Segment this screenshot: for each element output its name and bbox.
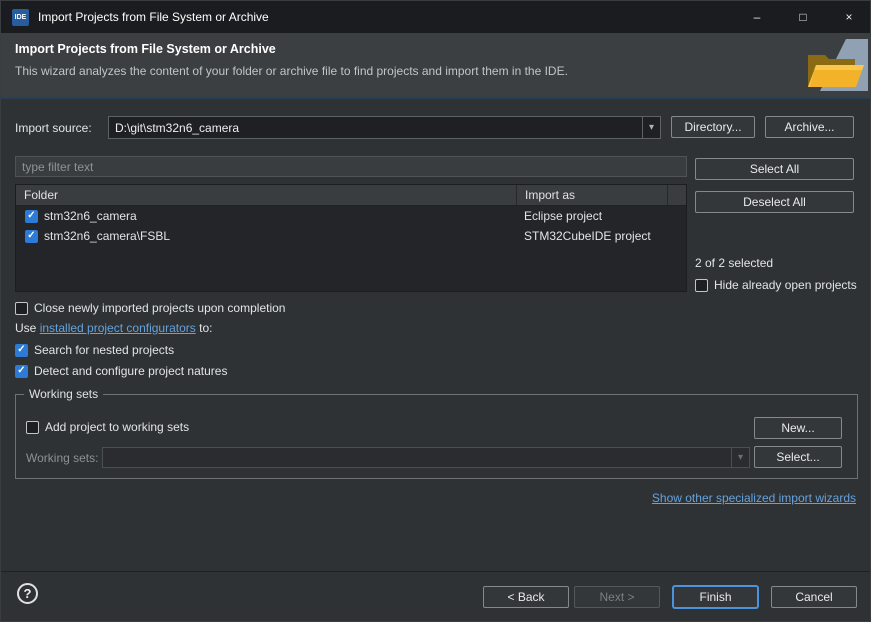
chevron-down-icon[interactable]: ▾ xyxy=(642,117,660,138)
import-source-value: D:\git\stm32n6_camera xyxy=(109,121,642,135)
new-working-set-button[interactable]: New... xyxy=(754,417,842,439)
working-sets-group: Working sets Add project to working sets… xyxy=(15,394,858,479)
column-header-spacer xyxy=(668,185,686,205)
other-wizards-link-wrap: Show other specialized import wizards xyxy=(652,491,856,505)
import-source-label: Import source: xyxy=(15,121,92,135)
column-header-folder-label: Folder xyxy=(24,188,58,202)
minimize-icon: – xyxy=(754,10,761,24)
projects-table-header: Folder Import as xyxy=(16,185,686,206)
wizard-header: Import Projects from File System or Arch… xyxy=(1,33,871,99)
table-row[interactable]: ✓ stm32n6_camera\FSBL STM32CubeIDE proje… xyxy=(16,226,686,246)
nested-projects-label: Search for nested projects xyxy=(34,343,174,357)
import-source-combo[interactable]: D:\git\stm32n6_camera ▾ xyxy=(108,116,661,139)
close-button[interactable]: × xyxy=(826,1,871,33)
working-sets-group-title: Working sets xyxy=(24,387,103,401)
maximize-icon: □ xyxy=(799,10,806,24)
check-icon: ✓ xyxy=(27,211,35,221)
close-icon: × xyxy=(845,10,852,24)
add-to-working-sets-label: Add project to working sets xyxy=(45,420,189,434)
project-natures-checkbox[interactable]: ✓ Detect and configure project natures xyxy=(15,363,227,379)
row-folder-cell: stm32n6_camera\FSBL xyxy=(44,229,170,243)
window-title: Import Projects from File System or Arch… xyxy=(38,10,269,24)
app-icon: IDE xyxy=(12,9,29,26)
row-checkbox-checked-icon[interactable]: ✓ xyxy=(25,230,38,243)
close-imported-checkbox[interactable]: Close newly imported projects upon compl… xyxy=(15,300,285,316)
help-icon: ? xyxy=(24,586,32,601)
row-folder-cell: stm32n6_camera xyxy=(44,209,137,223)
minimize-button[interactable]: – xyxy=(734,1,780,33)
close-imported-label: Close newly imported projects upon compl… xyxy=(34,301,285,315)
working-sets-combo[interactable]: ▾ xyxy=(102,447,750,468)
row-import-as-cell: Eclipse project xyxy=(524,209,602,223)
row-checkbox-checked-icon[interactable]: ✓ xyxy=(25,210,38,223)
check-icon: ✓ xyxy=(27,231,35,241)
hide-open-projects-label: Hide already open projects xyxy=(714,278,857,292)
column-header-import-as-label: Import as xyxy=(525,188,575,202)
add-to-working-sets-checkbox[interactable]: Add project to working sets xyxy=(26,419,189,435)
other-wizards-link[interactable]: Show other specialized import wizards xyxy=(652,491,856,505)
row-import-as-cell: STM32CubeIDE project xyxy=(524,229,651,243)
footer-separator xyxy=(1,571,871,572)
window-controls: – □ × xyxy=(734,1,871,33)
checkbox-unchecked-icon xyxy=(26,421,39,434)
checkbox-checked-icon: ✓ xyxy=(15,344,28,357)
selection-status: 2 of 2 selected xyxy=(695,256,773,270)
open-folder-icon xyxy=(798,39,868,94)
installed-configurators-link[interactable]: installed project configurators xyxy=(40,321,196,335)
use-suffix: to: xyxy=(196,321,213,335)
wizard-title: Import Projects from File System or Arch… xyxy=(15,42,276,56)
configurators-line: Use installed project configurators to: xyxy=(15,321,212,335)
next-button[interactable]: Next > xyxy=(574,586,660,608)
check-icon: ✓ xyxy=(17,366,25,376)
column-header-folder[interactable]: Folder xyxy=(16,185,517,205)
column-header-import-as[interactable]: Import as xyxy=(517,185,668,205)
maximize-button[interactable]: □ xyxy=(780,1,826,33)
chevron-down-icon[interactable]: ▾ xyxy=(731,448,749,467)
directory-button[interactable]: Directory... xyxy=(671,116,755,138)
cancel-button[interactable]: Cancel xyxy=(771,586,857,608)
help-button[interactable]: ? xyxy=(17,583,38,604)
check-icon: ✓ xyxy=(17,345,25,355)
filter-input[interactable] xyxy=(15,156,687,177)
use-prefix: Use xyxy=(15,321,40,335)
checkbox-unchecked-icon xyxy=(15,302,28,315)
checkbox-unchecked-icon xyxy=(695,279,708,292)
titlebar: IDE Import Projects from File System or … xyxy=(1,1,871,33)
project-natures-label: Detect and configure project natures xyxy=(34,364,227,378)
archive-button[interactable]: Archive... xyxy=(765,116,854,138)
back-button[interactable]: < Back xyxy=(483,586,569,608)
finish-button[interactable]: Finish xyxy=(673,586,758,608)
deselect-all-button[interactable]: Deselect All xyxy=(695,191,854,213)
table-row[interactable]: ✓ stm32n6_camera Eclipse project xyxy=(16,206,686,226)
working-sets-field-label: Working sets: xyxy=(26,451,98,465)
projects-table: Folder Import as ✓ stm32n6_camera Eclips… xyxy=(15,184,687,292)
import-projects-dialog: IDE Import Projects from File System or … xyxy=(0,0,871,622)
select-all-button[interactable]: Select All xyxy=(695,158,854,180)
nested-projects-checkbox[interactable]: ✓ Search for nested projects xyxy=(15,342,174,358)
checkbox-checked-icon: ✓ xyxy=(15,365,28,378)
wizard-subtitle: This wizard analyzes the content of your… xyxy=(15,64,568,78)
hide-open-projects-checkbox[interactable]: Hide already open projects xyxy=(695,277,857,293)
select-working-set-button[interactable]: Select... xyxy=(754,446,842,468)
